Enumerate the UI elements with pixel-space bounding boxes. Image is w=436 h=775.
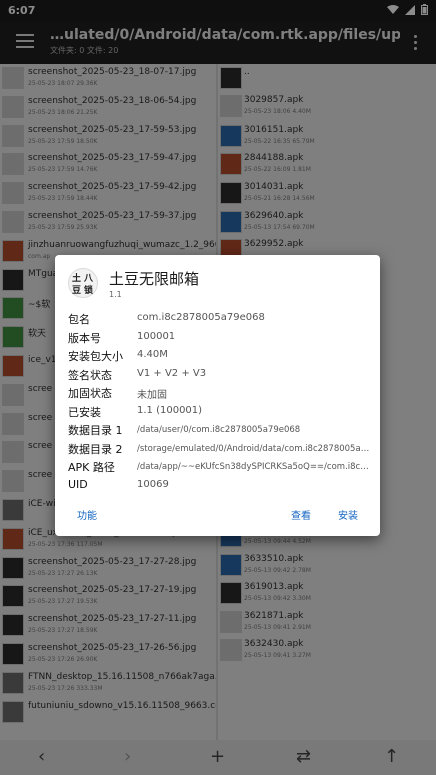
info-row-data-dir-2: 数据目录 2 /storage/emulated/0/Android/data/… [68, 442, 373, 456]
view-button[interactable]: 查看 [291, 507, 311, 522]
app-name: 土豆无限邮箱 [109, 270, 200, 288]
info-row-apk-path: APK 路径 /data/app/~~eKUfcSn38dySPICRKSa5o… [68, 461, 373, 474]
app-icon: 土 八 豆 锁 [68, 268, 98, 298]
info-row-uid: UID 10069 [68, 477, 169, 491]
info-row-data-dir-1: 数据目录 1 /data/user/0/com.i8c2878005a79e06… [68, 424, 301, 437]
app-version: 1.1 [109, 290, 122, 299]
info-row-size: 安装包大小 4.40M [68, 349, 168, 363]
info-row-package: 包名 com.i8c2878005a79e068 [68, 312, 265, 326]
info-row-version-code: 版本号 100001 [68, 330, 176, 345]
install-button[interactable]: 安装 [338, 507, 358, 522]
function-button[interactable]: 功能 [77, 507, 97, 522]
info-row-installed: 已安装 1.1 (100001) [68, 404, 203, 419]
app-info-dialog: 土 八 豆 锁 土豆无限邮箱 1.1 包名 com.i8c2878005a79e… [55, 255, 380, 536]
info-row-signature: 签名状态 V1 + V2 + V3 [68, 367, 207, 382]
info-row-hardening: 加固状态 未加固 [68, 387, 167, 401]
